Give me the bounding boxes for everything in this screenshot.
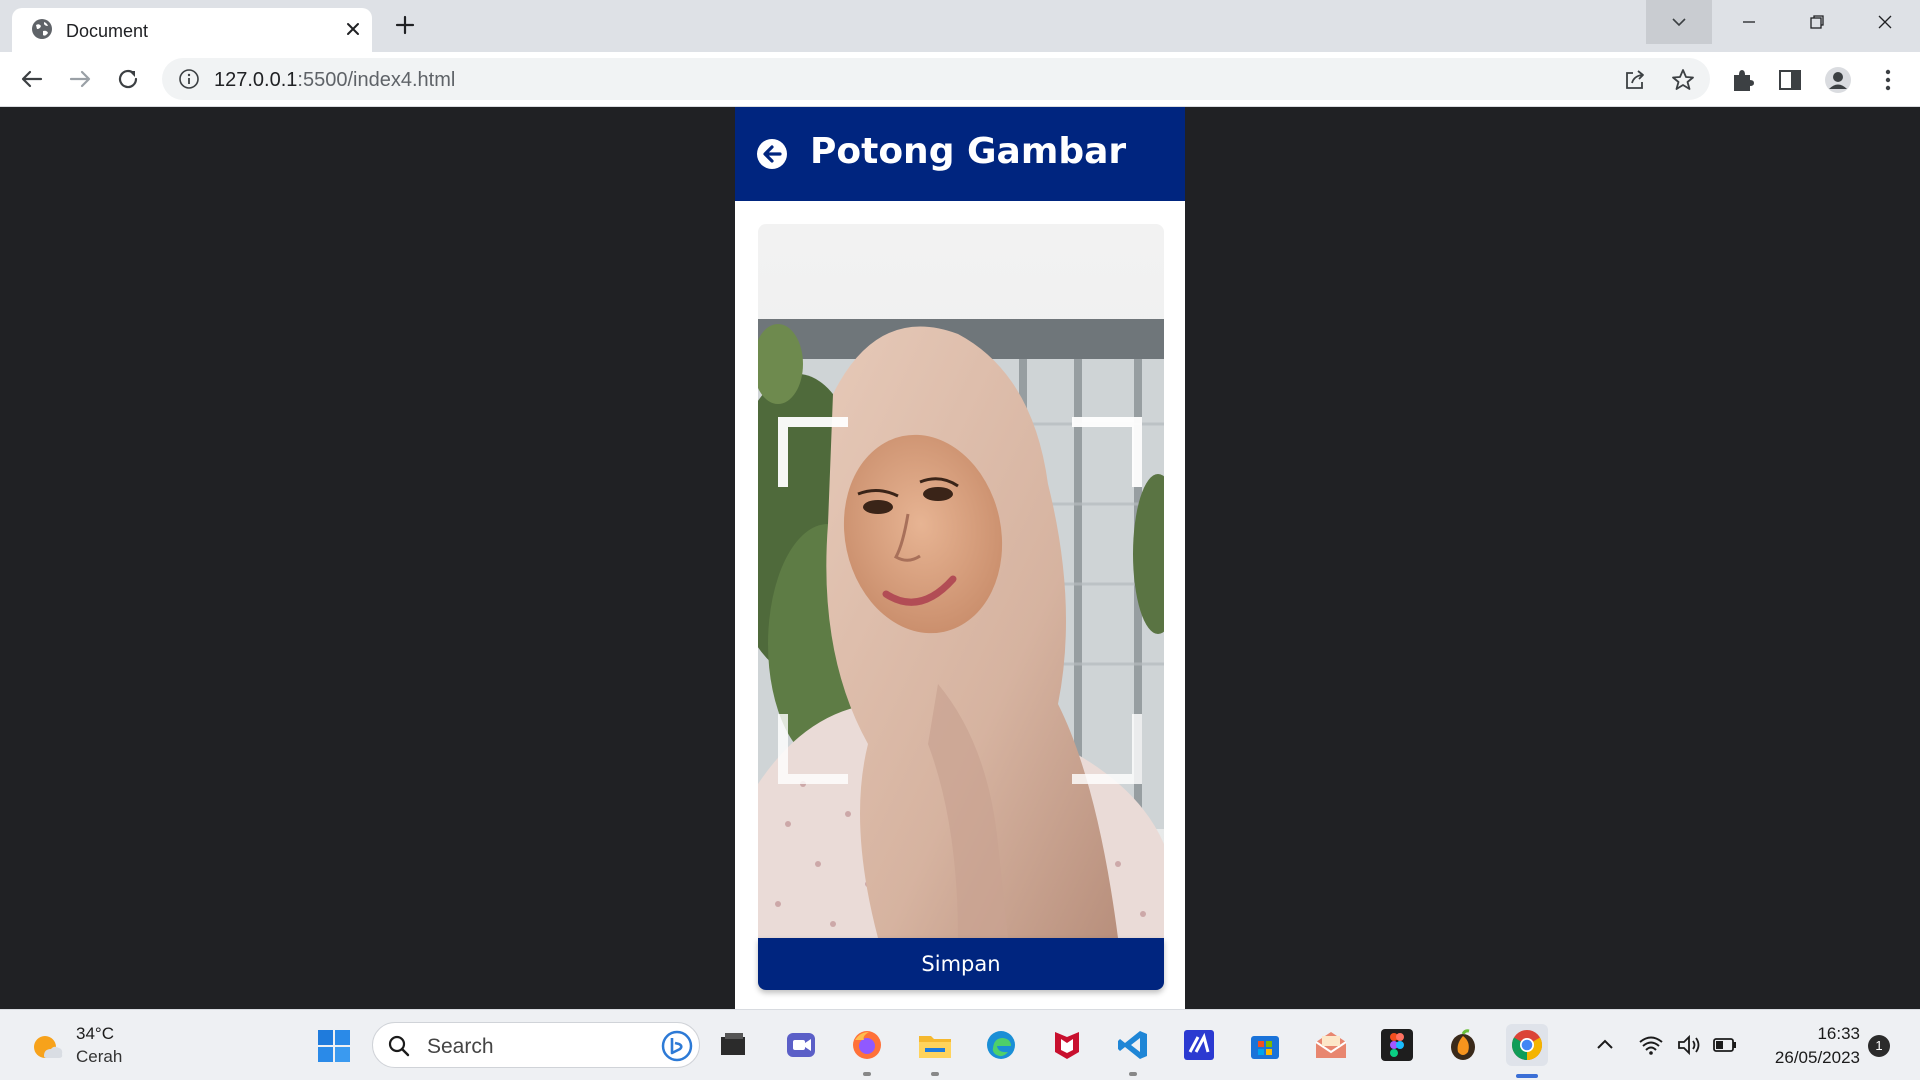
- taskbar-app-microsoft-store[interactable]: [1244, 1024, 1286, 1066]
- running-indicator: [1129, 1072, 1137, 1076]
- ide-icon: [1184, 1030, 1214, 1060]
- reload-icon[interactable]: [114, 65, 142, 93]
- bing-icon[interactable]: [661, 1030, 693, 1062]
- teams-icon: [787, 1033, 815, 1057]
- browser-toolbar: 127.0.0.1:5500/index4.html: [0, 52, 1920, 107]
- search-icon: [388, 1035, 410, 1057]
- share-icon[interactable]: [1622, 67, 1648, 93]
- close-tab-icon[interactable]: [342, 18, 364, 40]
- page-viewport: Potong Gambar Simpan: [0, 107, 1920, 1009]
- crop-handle-top-left[interactable]: [778, 417, 848, 487]
- app-header: Potong Gambar: [735, 107, 1185, 201]
- notification-badge[interactable]: 1: [1868, 1035, 1890, 1057]
- back-arrow-icon[interactable]: [18, 65, 46, 93]
- file-explorer-icon: [919, 1036, 951, 1058]
- active-indicator: [1516, 1074, 1538, 1078]
- chevron-up-icon[interactable]: [1592, 1032, 1618, 1058]
- info-icon[interactable]: [178, 68, 200, 90]
- wifi-icon[interactable]: [1638, 1032, 1664, 1058]
- running-indicator: [931, 1072, 939, 1076]
- close-window-button[interactable]: [1852, 0, 1918, 44]
- volume-icon[interactable]: [1676, 1032, 1702, 1058]
- restore-icon: [1810, 15, 1824, 29]
- taskbar-app-edge[interactable]: [980, 1024, 1022, 1066]
- windows-start-icon[interactable]: [316, 1028, 352, 1064]
- bookmark-star-icon[interactable]: [1670, 67, 1696, 93]
- taskbar-app-vscode[interactable]: [1112, 1024, 1154, 1076]
- clock-date[interactable]: 26/05/2023: [1740, 1048, 1860, 1068]
- taskbar-app-fl-studio[interactable]: [1442, 1024, 1484, 1066]
- save-button[interactable]: Simpan: [758, 938, 1164, 990]
- edge-icon: [987, 1031, 1015, 1059]
- browser-tab[interactable]: Document: [12, 8, 372, 52]
- side-panel-icon[interactable]: [1776, 66, 1804, 94]
- taskbar-app-mail[interactable]: [1310, 1024, 1352, 1066]
- minimize-button[interactable]: [1716, 0, 1782, 44]
- taskbar-app-teams[interactable]: [780, 1024, 822, 1066]
- restore-button[interactable]: [1784, 0, 1850, 44]
- search-placeholder: Search: [427, 1035, 494, 1058]
- url-text: 127.0.0.1:5500/index4.html: [214, 69, 455, 92]
- taskbar-app-figma[interactable]: [1376, 1024, 1418, 1066]
- firefox-icon: [853, 1031, 881, 1059]
- crop-handle-bottom-right[interactable]: [1072, 714, 1142, 784]
- crop-handle-bottom-left[interactable]: [778, 714, 848, 784]
- extensions-puzzle-icon[interactable]: [1728, 66, 1756, 94]
- taskbar-app-chrome[interactable]: [1506, 1024, 1548, 1078]
- forward-arrow-icon[interactable]: [66, 65, 94, 93]
- taskbar-app-file-explorer-dark[interactable]: [712, 1024, 754, 1066]
- file-explorer-dark-icon: [721, 1033, 745, 1055]
- weather-condition: Cerah: [76, 1047, 123, 1066]
- chevron-down-icon: [1672, 18, 1686, 27]
- crop-image-area[interactable]: [758, 224, 1164, 938]
- chrome-icon: [1511, 1030, 1543, 1060]
- microsoft-store-icon: [1251, 1036, 1279, 1059]
- app-container: Potong Gambar Simpan: [735, 107, 1185, 1009]
- taskbar-app-file-explorer[interactable]: [914, 1024, 956, 1076]
- new-tab-icon[interactable]: [392, 12, 418, 38]
- portrait-photo: [758, 224, 1164, 938]
- figma-icon: [1381, 1029, 1413, 1061]
- tab-title: Document: [66, 21, 149, 41]
- weather-temperature: 34°C: [76, 1024, 114, 1043]
- back-circle-arrow-icon[interactable]: [756, 138, 788, 170]
- taskbar-app-mcafee[interactable]: [1046, 1024, 1088, 1066]
- fl-studio-icon: [1451, 1029, 1475, 1060]
- address-bar[interactable]: 127.0.0.1:5500/index4.html: [162, 58, 1710, 100]
- profile-avatar-icon[interactable]: [1824, 66, 1852, 94]
- url-path: :5500/index4.html: [297, 69, 456, 91]
- vscode-icon: [1118, 1031, 1147, 1059]
- clock-time[interactable]: 16:33: [1760, 1024, 1860, 1044]
- crop-handle-top-right[interactable]: [1072, 417, 1142, 487]
- kebab-menu-icon[interactable]: [1874, 66, 1902, 94]
- taskbar-app-firefox[interactable]: [846, 1024, 888, 1076]
- partly-sunny-weather-icon[interactable]: [30, 1030, 64, 1064]
- windows-taskbar: 34°C Cerah Search 16:33 26/05/2023 1: [0, 1009, 1920, 1080]
- taskbar-search-box[interactable]: Search: [372, 1022, 700, 1068]
- globe-icon: [32, 19, 52, 39]
- battery-icon[interactable]: [1712, 1032, 1738, 1058]
- page-title: Potong Gambar: [810, 131, 1127, 172]
- mcafee-icon: [1055, 1032, 1079, 1059]
- close-icon: [1878, 15, 1892, 29]
- url-host: 127.0.0.1: [214, 69, 298, 91]
- minimize-icon: [1743, 21, 1755, 23]
- taskbar-app-ide[interactable]: [1178, 1024, 1220, 1066]
- browser-titlebar: Document: [0, 0, 1920, 52]
- running-indicator: [863, 1072, 871, 1076]
- tab-search-button[interactable]: [1646, 0, 1712, 44]
- mail-icon: [1315, 1032, 1347, 1058]
